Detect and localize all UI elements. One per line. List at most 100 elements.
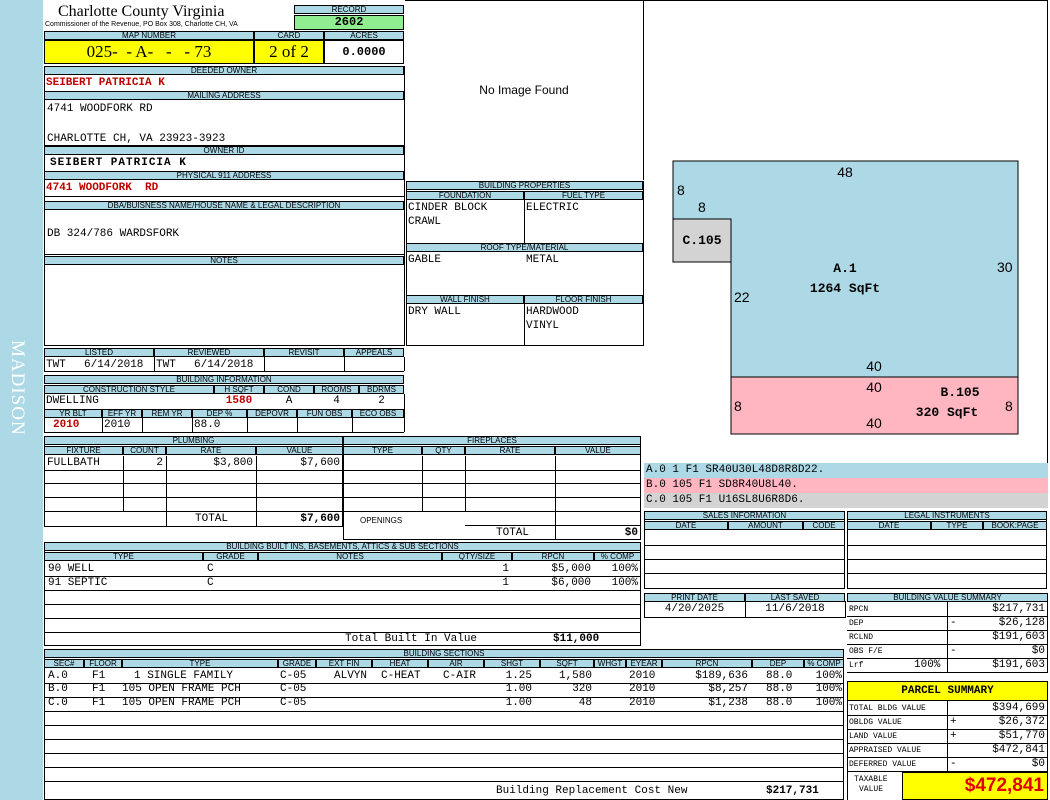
dba-legal: DB 324/786 WARDSFORK bbox=[47, 228, 180, 240]
dim-left: 22 bbox=[734, 289, 750, 305]
rooms-value: 4 bbox=[333, 395, 340, 407]
sec-h-rpcn: RPCN bbox=[662, 659, 752, 668]
legal-h-type: TYPE bbox=[931, 521, 983, 530]
sections-rows: A.0 F1 1 SINGLE FAMILY C-05 ALVYN C-HEAT… bbox=[44, 669, 844, 789]
fireplaces-h-qty: QTY bbox=[422, 446, 465, 455]
vector-a: A.0 1 F1 SR40U30L48D8R8D22. bbox=[644, 463, 1048, 478]
roof-type: GABLE bbox=[408, 254, 442, 266]
bvs-lrf-pct: 100% bbox=[914, 659, 941, 671]
builtins-h-rpcn: RPCN bbox=[512, 552, 594, 561]
print-date: 4/20/2025 bbox=[664, 603, 725, 615]
bvs-lrf-label: Lrf bbox=[849, 661, 864, 670]
sketch-area-b: 320 SqFt bbox=[916, 405, 978, 420]
plumbing-rate: $3,800 bbox=[213, 457, 253, 469]
bdrms-value: 2 bbox=[378, 395, 385, 407]
dim-b-right: 8 bbox=[1005, 398, 1013, 414]
total-bldg-value: $394,699 bbox=[992, 702, 1045, 714]
deeded-owner: SEIBERT PATRICIA K bbox=[46, 77, 165, 89]
bvs-rpcn-label: RPCN bbox=[849, 605, 869, 614]
acres-value: 0.0000 bbox=[324, 40, 404, 64]
card-label: CARD bbox=[254, 31, 324, 40]
builtins-h-type: TYPE bbox=[44, 552, 203, 561]
dim-mid: 40 bbox=[866, 358, 882, 374]
sketch-area-a: 1264 SqFt bbox=[810, 281, 880, 296]
plumbing-h-rate: RATE bbox=[166, 446, 256, 455]
remyr-label: REM YR bbox=[142, 409, 192, 418]
plumbing-value: $7,600 bbox=[300, 457, 340, 469]
fuel-label: FUEL TYPE bbox=[524, 191, 643, 200]
dep-label: DEP % bbox=[192, 409, 247, 418]
plumbing-total-label: TOTAL bbox=[195, 513, 229, 525]
section-row-a: A.0 F1 1 SINGLE FAMILY C-05 ALVYN C-HEAT… bbox=[48, 670, 842, 682]
card-number: 2 of 2 bbox=[254, 40, 324, 64]
taxable-label-1: TAXABLE bbox=[854, 775, 888, 784]
dim-top: 48 bbox=[837, 164, 853, 180]
year-built: 2010 bbox=[53, 419, 80, 431]
sales-h-amount: AMOUNT bbox=[728, 521, 803, 530]
builtin-comp-2: 100% bbox=[611, 577, 638, 589]
builtins-title: BUILDING BUILT INS, BASEMENTS, ATTICS & … bbox=[44, 542, 641, 551]
dim-b-top: 40 bbox=[866, 379, 882, 395]
deferred-label: DEFERRED VALUE bbox=[849, 760, 917, 769]
legal-h-date: DATE bbox=[847, 521, 931, 530]
section-row-c: C.0 F1 105 OPEN FRAME PCH C-05 1.00 48 2… bbox=[48, 697, 842, 709]
vector-c: C.0 105 F1 U16SL8U6R8D6. bbox=[644, 493, 1048, 508]
taxable-label-2: VALUE bbox=[859, 785, 884, 794]
last-saved: 11/6/2018 bbox=[765, 603, 825, 615]
appraised-label: APPRAISED VALUE bbox=[849, 746, 922, 755]
notes-label: NOTES bbox=[44, 256, 404, 265]
map-label: MAP NUMBER bbox=[44, 31, 254, 40]
sales-table: SALES INFORMATION DATE AMOUNT CODE bbox=[644, 511, 845, 589]
record-number: 2602 bbox=[294, 15, 404, 30]
builtin-grade-1: C bbox=[207, 563, 214, 575]
bvs-obs-label: OBS F/E bbox=[849, 647, 883, 656]
construction-style-label: CONSTRUCTION STYLE bbox=[44, 385, 214, 394]
sections-header-row: SEC# FLOOR TYPE GRADE EXT FIN HEAT AIR S… bbox=[44, 659, 844, 668]
deferred-value: $0 bbox=[1031, 758, 1045, 770]
builtins-total: $11,000 bbox=[553, 633, 600, 645]
map-number: 025- - A- - - 73 bbox=[44, 40, 254, 64]
foundation-label: FOUNDATION bbox=[406, 191, 524, 200]
roof-material: METAL bbox=[526, 254, 560, 266]
tbv-label: TOTAL BLDG VALUE bbox=[849, 704, 926, 713]
building-properties-title: BUILDING PROPERTIES bbox=[406, 181, 643, 190]
legal-table: LEGAL INSTRUMENTS DATE TYPE BOOK:PAGE bbox=[847, 511, 1047, 589]
dim-b-bottom: 40 bbox=[866, 415, 882, 431]
parcel-summary: PARCEL SUMMARY TOTAL BLDG VALUE $394,699… bbox=[847, 681, 1048, 800]
construction-style: DWELLING bbox=[46, 395, 99, 407]
commissioner-line: Commissioner of the Revenue, PO Box 308,… bbox=[45, 21, 238, 28]
fireplaces-total-label: TOTAL bbox=[496, 527, 530, 539]
openings-label: OPENINGS bbox=[360, 516, 403, 525]
fireplaces-h-type: TYPE bbox=[343, 446, 422, 455]
sec-h-heat: HEAT bbox=[372, 659, 428, 668]
physical-address-label: PHYSICAL 911 ADDRESS bbox=[44, 171, 404, 180]
rooms-label: ROOMS bbox=[314, 385, 359, 394]
builtin-qty-1: 1 bbox=[502, 563, 509, 575]
floor-finish-1: HARDWOOD bbox=[526, 306, 579, 318]
sections-total: $217,731 bbox=[766, 785, 819, 797]
builtins-h-qty: QTY/SIZE bbox=[442, 552, 512, 561]
builtins-total-label: Total Built In Value bbox=[345, 633, 478, 645]
sec-h-whgt: WHGT bbox=[594, 659, 626, 668]
land-value: $51,770 bbox=[998, 730, 1045, 742]
fireplaces-h-value: VALUE bbox=[555, 446, 641, 455]
bvs-rpcn: $217,731 bbox=[992, 603, 1045, 615]
builtins-h-comp: % COMP bbox=[594, 552, 641, 561]
builtin-grade-2: C bbox=[207, 577, 214, 589]
builtin-comp-1: 100% bbox=[611, 563, 638, 575]
builtins-table: BUILDING BUILT INS, BASEMENTS, ATTICS & … bbox=[44, 542, 641, 646]
sec-h-comp: % COMP bbox=[804, 659, 844, 668]
sec-h-eyear: EYEAR bbox=[626, 659, 662, 668]
floor-finish-2: VINYL bbox=[526, 320, 560, 332]
record-label: RECORD bbox=[294, 5, 404, 14]
effyr-label: EFF YR bbox=[102, 409, 142, 418]
plumbing-h-value: VALUE bbox=[256, 446, 343, 455]
print-date-label: PRINT DATE bbox=[644, 593, 745, 602]
legal-title: LEGAL INSTRUMENTS bbox=[847, 511, 1047, 520]
cond-label: COND bbox=[264, 385, 314, 394]
county-title: Charlotte County Virginia bbox=[58, 3, 225, 20]
plumbing-total: $7,600 bbox=[300, 513, 340, 525]
sec-h-air: AIR bbox=[428, 659, 484, 668]
appeals-label: APPEALS bbox=[344, 348, 404, 357]
sec-h-type: TYPE bbox=[122, 659, 278, 668]
